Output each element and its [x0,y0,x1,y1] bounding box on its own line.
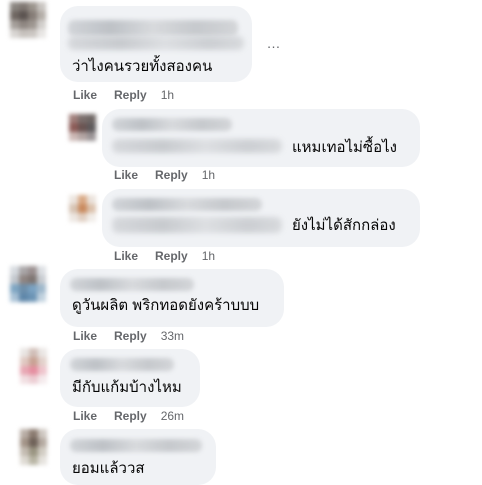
blurred-text [112,139,282,153]
like-button[interactable]: Like [73,329,97,343]
like-button[interactable]: Like [114,249,138,263]
avatar[interactable] [10,266,46,302]
timestamp[interactable]: 26m [161,409,184,423]
comment-actions: Like Reply 1h [114,249,215,263]
commenter-name[interactable] [70,278,194,291]
comment-actions: Like Reply 1h [114,168,215,182]
comment-actions: Like Reply 26m [73,409,184,423]
comment-6: ยอมแล้ววส [0,425,482,485]
comment-text: แหมเทอไม่ซื้อไง [292,139,397,156]
blurred-text [112,217,282,233]
timestamp[interactable]: 33m [161,329,184,343]
timestamp[interactable]: 1h [202,249,215,263]
commenter-name[interactable] [70,439,202,452]
avatar[interactable] [69,195,96,222]
comment-bubble: ยังไม่ได้สักกล่อง [102,189,420,247]
comment-text: ดูวันผลิต พริกทอดยังคร้าบบบ [72,297,260,314]
comment-text: มีกับแก้มบ้างไหม [72,379,182,396]
comment-4: ดูวันผลิต พริกทอดยังคร้าบบบ Like Reply 33m [0,265,482,345]
reply-button[interactable]: Reply [114,329,147,343]
reply-button[interactable]: Reply [155,249,188,263]
comment-actions: Like Reply 33m [73,329,184,343]
reply-button[interactable]: Reply [114,409,147,423]
timestamp[interactable]: 1h [161,88,174,102]
commenter-name[interactable] [112,118,232,131]
avatar[interactable] [69,114,96,141]
comment-text: ยอมแล้ววส [72,460,145,477]
avatar[interactable] [20,348,47,384]
timestamp[interactable]: 1h [202,168,215,182]
reply-button[interactable]: Reply [114,88,147,102]
comment-bubble: ว่าไงคนรวยทั้งสองคน [60,6,252,82]
comment-bubble: แหมเทอไม่ซื้อไง [102,109,420,167]
comment-5: มีกับแก้มบ้างไหม Like Reply 26m [0,345,482,425]
like-button[interactable]: Like [73,409,97,423]
avatar[interactable] [10,2,46,38]
commenter-name[interactable] [112,198,262,211]
comment-1: ว่าไงคนรวยทั้งสองคน … Like Reply 1h [0,0,482,105]
comment-2: แหมเทอไม่ซื้อไง Like Reply 1h [0,105,482,185]
comment-bubble: มีกับแก้มบ้างไหม [60,349,200,407]
commenter-name[interactable] [68,20,238,36]
comment-text: ยังไม่ได้สักกล่อง [292,217,396,234]
comment-bubble: ยอมแล้ววส [60,429,216,485]
like-button[interactable]: Like [114,168,138,182]
comment-text: ว่าไงคนรวยทั้งสองคน [72,58,213,75]
more-horizontal-icon[interactable]: … [262,36,286,50]
comment-3: ยังไม่ได้สักกล่อง Like Reply 1h [0,185,482,265]
comment-bubble: ดูวันผลิต พริกทอดยังคร้าบบบ [60,269,284,327]
commenter-name[interactable] [70,358,174,371]
reply-button[interactable]: Reply [155,168,188,182]
like-button[interactable]: Like [73,88,97,102]
comment-actions: Like Reply 1h [73,88,174,102]
blurred-text [68,36,244,50]
avatar[interactable] [20,429,47,465]
